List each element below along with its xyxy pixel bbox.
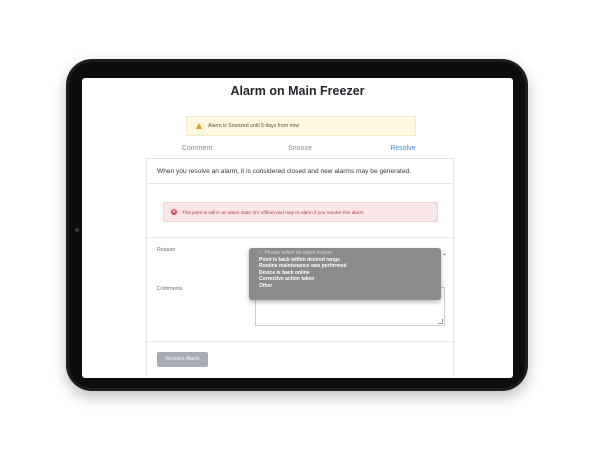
- divider: [147, 237, 453, 238]
- offline-alert: ✕ This point is still in an alarm state …: [163, 202, 438, 222]
- resolve-intro-text: When you resolve an alarm, it is conside…: [157, 168, 411, 175]
- tab-bar: Comment Snooze Resolve: [146, 141, 454, 159]
- resolve-alarm-button[interactable]: Resolve Alarm: [157, 352, 208, 367]
- checkmark-icon: ✓: [259, 250, 263, 255]
- app-screen: Alarm on Main Freezer Alarm is Snoozed u…: [82, 78, 513, 378]
- reason-option[interactable]: Point is back within desired range: [249, 257, 441, 264]
- reason-dropdown[interactable]: ✓ Please select an alarm reason Point is …: [249, 248, 441, 300]
- camera-icon: [75, 228, 79, 232]
- page-title: Alarm on Main Freezer: [230, 84, 365, 98]
- resize-handle-icon[interactable]: [438, 319, 443, 324]
- chevron-down-icon[interactable]: ⌄: [442, 250, 447, 257]
- reason-option[interactable]: Corrective action taken: [249, 276, 441, 283]
- reason-option[interactable]: Device is back online: [249, 270, 441, 277]
- tab-comment[interactable]: Comment: [146, 141, 248, 159]
- tab-resolve[interactable]: Resolve: [352, 141, 454, 159]
- reason-label: Reason: [157, 247, 176, 253]
- error-icon: ✕: [171, 209, 177, 215]
- warning-icon: [196, 123, 202, 129]
- reason-option[interactable]: Other: [249, 283, 441, 290]
- comments-label: Comments: [157, 286, 183, 292]
- tab-snooze[interactable]: Snooze: [249, 141, 351, 159]
- snooze-banner-text: Alarm is Snoozed until 5 days from now: [208, 123, 300, 129]
- offline-alert-text: This point is still in an alarm state (i…: [182, 209, 365, 215]
- divider: [147, 183, 453, 184]
- divider: [147, 341, 453, 342]
- snooze-banner: Alarm is Snoozed until 5 days from now: [186, 116, 416, 136]
- reason-option-placeholder[interactable]: ✓ Please select an alarm reason: [249, 250, 441, 257]
- reason-option[interactable]: Routine maintenance was performed: [249, 263, 441, 270]
